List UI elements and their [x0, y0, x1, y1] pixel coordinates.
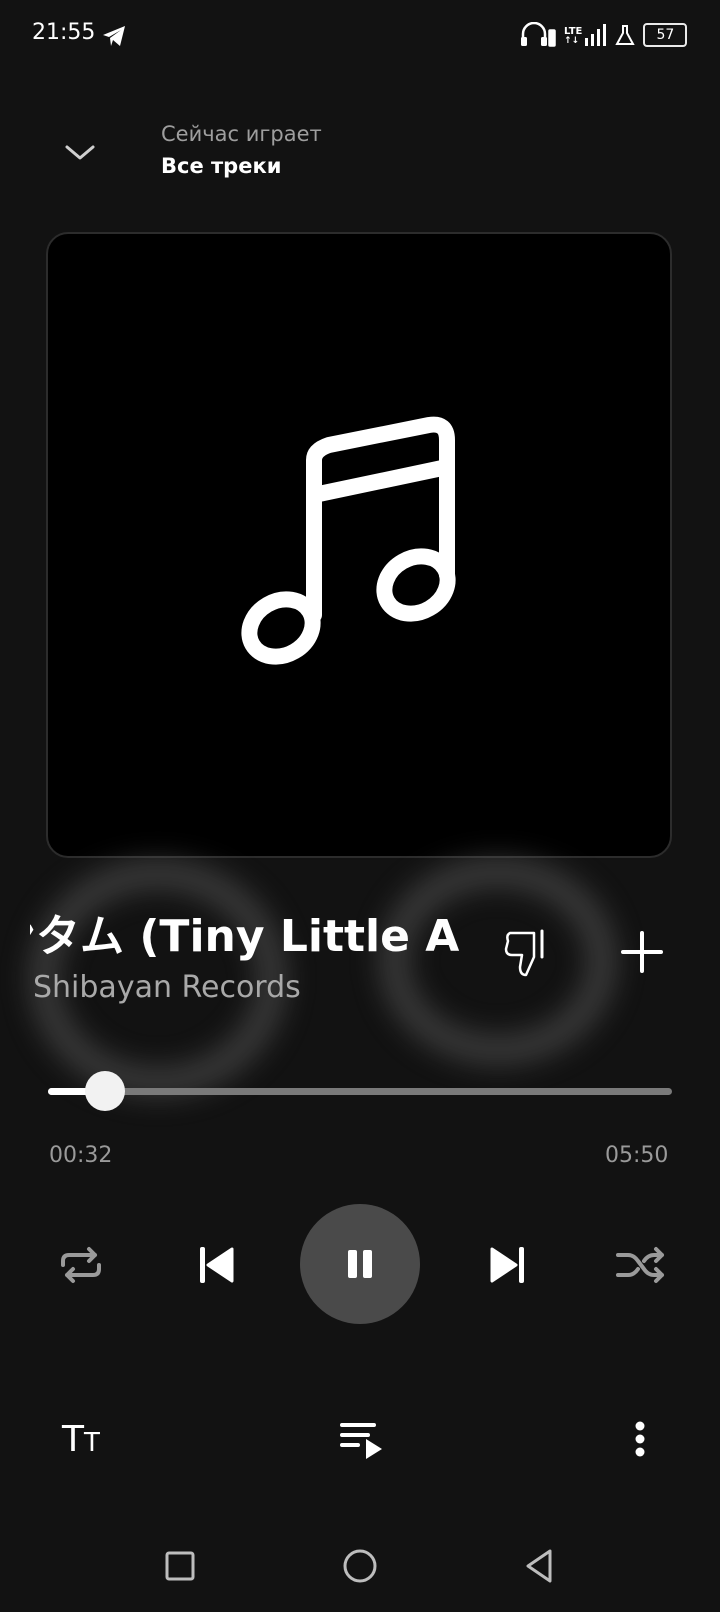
flask-icon: [615, 25, 636, 45]
track-title-text: ンタム (Tiny Little A: [30, 911, 460, 962]
plus-icon: [621, 931, 663, 973]
previous-button[interactable]: [190, 1238, 244, 1292]
lyrics-icon-big-t: T: [62, 1418, 85, 1460]
circle-icon: [343, 1549, 377, 1583]
battery-icon: 57: [643, 23, 688, 47]
headphones-battery-icon: [521, 22, 556, 47]
progress-track[interactable]: [48, 1088, 672, 1095]
track-title: ンタム (Tiny Little A: [30, 900, 466, 964]
lyrics-button[interactable]: TT: [56, 1414, 106, 1464]
recents-nav-button[interactable]: [160, 1546, 200, 1586]
repeat-button[interactable]: [54, 1238, 108, 1292]
shuffle-icon: [616, 1247, 664, 1283]
status-icons: LTE ↑↓ 57: [520, 18, 688, 52]
add-button[interactable]: [612, 922, 672, 982]
pause-icon: [348, 1250, 372, 1278]
previous-icon: [200, 1247, 234, 1283]
now-playing-label: Сейчас играет: [161, 122, 322, 146]
square-icon: [165, 1551, 195, 1581]
track-artist[interactable]: Shibayan Records: [33, 970, 301, 1005]
progress-thumb[interactable]: [85, 1071, 126, 1111]
album-artwork: [46, 232, 672, 858]
shuffle-button[interactable]: [614, 1238, 668, 1292]
battery-level: 57: [656, 27, 675, 43]
lyrics-icon: TT: [62, 1419, 100, 1460]
thumbs-down-icon: [504, 929, 544, 977]
queue-icon: [340, 1423, 382, 1459]
more-icon: [635, 1421, 645, 1457]
pause-button[interactable]: [300, 1204, 420, 1324]
chevron-down-icon: [65, 145, 95, 160]
dislike-button[interactable]: [498, 922, 558, 982]
triangle-back-icon: [526, 1549, 552, 1583]
playlist-title[interactable]: Все треки: [161, 154, 281, 178]
music-note-icon: [241, 416, 456, 665]
repeat-icon: [61, 1247, 101, 1283]
more-button[interactable]: [624, 1412, 656, 1466]
lte-signal-icon: LTE ↑↓: [564, 24, 607, 46]
telegram-icon: [100, 22, 128, 50]
queue-button[interactable]: [334, 1412, 388, 1466]
duration: 05:50: [605, 1143, 669, 1168]
status-time: 21:55: [32, 20, 96, 45]
current-time: 00:32: [49, 1143, 113, 1168]
collapse-button[interactable]: [56, 132, 104, 172]
next-icon: [490, 1247, 524, 1283]
home-nav-button[interactable]: [340, 1546, 380, 1586]
next-button[interactable]: [480, 1238, 534, 1292]
back-nav-button[interactable]: [520, 1546, 560, 1586]
lyrics-icon-small-t: T: [84, 1427, 100, 1458]
